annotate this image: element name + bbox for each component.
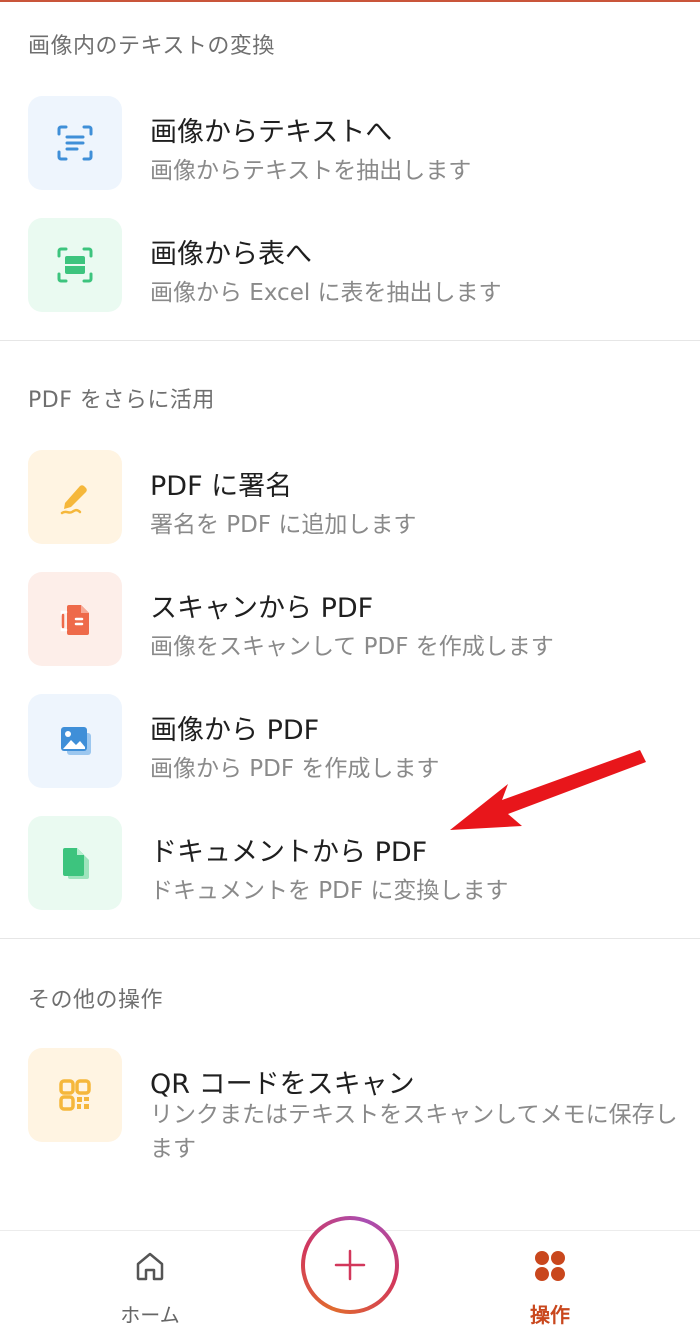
table-scan-icon [28,218,122,312]
item-title: 画像から PDF [150,715,320,746]
qr-code-icon [28,1048,122,1142]
action-scan-qr[interactable]: QR コードをスキャン リンクまたはテキストをスキャンしてメモに保存します [0,1048,700,1178]
nav-actions-label: 操作 [530,1303,570,1327]
plus-icon [334,1249,366,1281]
item-title: 画像から表へ [150,239,312,270]
nav-home[interactable]: ホーム [100,1239,200,1327]
fab-inner [305,1220,395,1310]
document-icon [28,816,122,910]
action-image-to-text[interactable]: 画像からテキストへ 画像からテキストを抽出します [0,96,700,206]
section-header-pdf: PDF をさらに活用 [28,388,215,413]
section-header-image-text: 画像内のテキストの変換 [28,34,275,59]
annotation-arrow [450,750,646,830]
pen-sign-icon [28,450,122,544]
item-subtitle: ドキュメントを PDF に変換します [150,878,509,904]
item-subtitle: 画像をスキャンして PDF を作成します [150,634,554,660]
section-header-other: その他の操作 [28,988,164,1013]
top-accent-line [0,0,700,2]
section-divider [0,340,700,341]
item-subtitle: リンクまたはテキストをスキャンしてメモに保存します [150,1102,678,1162]
item-subtitle: 画像から PDF を作成します [150,756,440,782]
action-sign-pdf[interactable]: PDF に署名 署名を PDF に追加します [0,450,700,560]
nav-home-label: ホーム [120,1303,180,1327]
create-fab-button[interactable] [301,1216,399,1314]
item-title: スキャンから PDF [150,593,374,624]
grid-dots-icon [535,1251,565,1281]
nav-actions[interactable]: 操作 [500,1239,600,1327]
item-title: PDF に署名 [150,471,293,502]
action-image-to-table[interactable]: 画像から表へ 画像から Excel に表を抽出します [0,218,700,328]
item-title: QR コードをスキャン [150,1069,415,1100]
text-scan-icon [28,96,122,190]
section-divider [0,938,700,939]
actions-screen: 画像内のテキストの変換 画像からテキストへ 画像からテキストを抽出します 画像か… [0,0,700,1328]
scan-document-icon [28,572,122,666]
image-icon [28,694,122,788]
action-scan-to-pdf[interactable]: スキャンから PDF 画像をスキャンして PDF を作成します [0,572,700,682]
item-subtitle: 画像からテキストを抽出します [150,158,472,184]
item-title: ドキュメントから PDF [150,837,428,868]
item-subtitle: 画像から Excel に表を抽出します [150,280,502,306]
home-icon [136,1252,164,1281]
item-title: 画像からテキストへ [150,117,393,148]
item-subtitle: 署名を PDF に追加します [150,512,417,538]
